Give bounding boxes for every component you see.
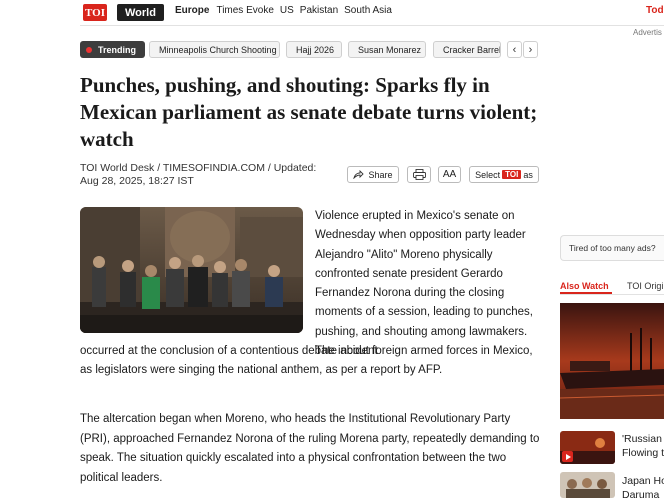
featured-video-thumbnail[interactable] xyxy=(560,303,664,419)
related-video-title-2[interactable]: Japan Ho Daruma xyxy=(622,474,664,498)
related-video-title-1-line2: Flowing t xyxy=(622,447,664,459)
related-video-thumb-2[interactable] xyxy=(560,472,615,498)
byline-author: TOI World Desk / TIMESOFINDIA.COM / Upda… xyxy=(80,162,317,174)
share-button[interactable]: Share xyxy=(347,166,399,183)
article-headline: Punches, pushing, and shouting: Sparks f… xyxy=(80,73,538,151)
trending-text: Trending xyxy=(98,44,136,55)
toi-logo[interactable]: TOI xyxy=(83,4,107,21)
nav-link-pakistan[interactable]: Pakistan xyxy=(300,5,338,16)
share-icon xyxy=(353,170,365,179)
article-paragraph-1a: Violence erupted in Mexico's senate on W… xyxy=(315,210,533,358)
byline-date: Aug 28, 2025, 18:27 IST xyxy=(80,175,194,187)
related-video-title-2-line2: Daruma xyxy=(622,489,660,498)
chevron-right-icon[interactable]: › xyxy=(523,41,538,58)
tabs-divider xyxy=(560,294,664,295)
play-icon xyxy=(562,451,573,462)
select-suffix: as xyxy=(523,169,533,180)
tab-toi-originals[interactable]: TOI Origi xyxy=(627,281,663,291)
chevron-left-icon[interactable]: ‹ xyxy=(507,41,522,58)
ship-at-sunset-image xyxy=(560,303,664,419)
advertisement-label: Advertis xyxy=(633,28,662,37)
related-video-title-1[interactable]: 'Russian Flowing t xyxy=(622,432,664,460)
toi-badge: TOI xyxy=(502,170,522,179)
select-toi-source-button[interactable]: Select TOI as xyxy=(469,166,539,183)
senate-scene-image xyxy=(80,207,303,333)
trending-chip-susan-monarez[interactable]: Susan Monarez xyxy=(348,41,426,58)
trending-chip-minneapolis[interactable]: Minneapolis Church Shooting xyxy=(149,41,280,58)
trending-chip-hajj[interactable]: Hajj 2026 xyxy=(286,41,342,58)
trending-dot-icon xyxy=(86,46,92,53)
nav-link-times-evoke[interactable]: Times Evoke xyxy=(216,5,273,16)
article-paragraph-1b: occurred at the conclusion of a contenti… xyxy=(80,345,533,377)
nav-links: Europe Times Evoke US Pakistan South Asi… xyxy=(175,5,398,16)
article-image[interactable] xyxy=(80,207,303,333)
nav-link-us[interactable]: US xyxy=(280,5,294,16)
article-paragraph-2: The altercation began when Moreno, who h… xyxy=(80,413,540,484)
related-video-title-2-line1: Japan Ho xyxy=(622,475,664,487)
trending-label: Trending xyxy=(80,41,145,58)
nav-link-europe[interactable]: Europe xyxy=(175,5,209,16)
share-label: Share xyxy=(368,169,393,180)
tab-also-watch[interactable]: Also Watch xyxy=(560,281,609,291)
related-video-thumb-1[interactable] xyxy=(560,431,615,464)
font-size-button[interactable]: AA xyxy=(438,166,461,183)
related-video-title-1-line1: 'Russian xyxy=(622,433,662,445)
ad-feedback-box[interactable]: Tired of too many ads? xyxy=(560,235,664,261)
print-icon xyxy=(412,169,426,180)
nav-divider xyxy=(80,25,664,26)
select-prefix: Select xyxy=(475,169,501,180)
byline: TOI World Desk / TIMESOFINDIA.COM / Upda… xyxy=(80,162,330,188)
print-button[interactable] xyxy=(407,166,431,183)
nav-link-south-asia[interactable]: South Asia xyxy=(344,5,392,16)
section-world[interactable]: World xyxy=(117,4,164,21)
people-group-thumb xyxy=(560,472,615,498)
nav-link-today[interactable]: Tod xyxy=(646,5,664,16)
trending-chip-cracker-barrel[interactable]: Cracker Barrel xyxy=(433,41,501,58)
